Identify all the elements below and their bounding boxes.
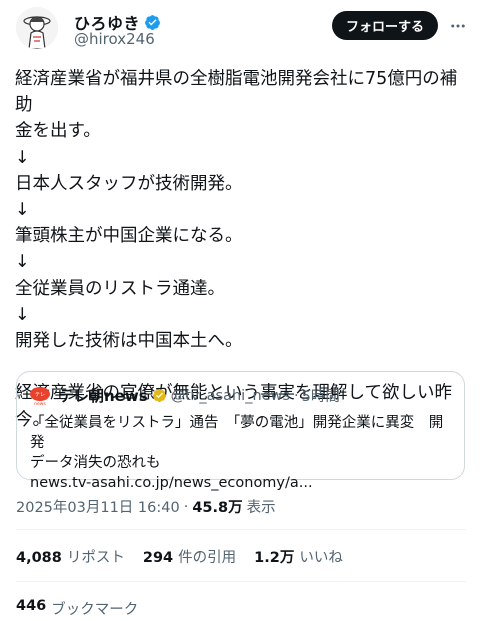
tweet-line: ↓ bbox=[15, 304, 30, 325]
quoted-time: 5時間 bbox=[301, 389, 340, 405]
reposts-count: 4,088 bbox=[16, 550, 62, 566]
likes-stat[interactable]: 1.2万 いいね bbox=[254, 546, 343, 567]
quoted-tweet-card[interactable]: テレ news テレ朝news @tv_asahi_news · 5時間 「全従… bbox=[16, 371, 465, 491]
tweet-datetime[interactable]: 2025年03月11日 16:40 bbox=[16, 496, 180, 517]
follow-button[interactable]: フォローする bbox=[332, 11, 438, 40]
tweet-header: ひろゆき @hirox246 フォローする bbox=[0, 0, 480, 60]
view-count: 45.8万 bbox=[192, 500, 243, 516]
quotes-label: 件の引用 bbox=[178, 550, 237, 566]
tweet-line: ↓ bbox=[15, 252, 30, 273]
quoted-text-line: 「全従業員をリストラ」通告 「夢の電池」開発企業に異変 開発 bbox=[30, 415, 444, 451]
tweet-line: 全従業員のリストラ通達。 bbox=[15, 278, 225, 299]
bookmarks-label: ブックマーク bbox=[51, 602, 139, 618]
quoted-text-line: データ消失の恐れも bbox=[30, 455, 161, 471]
divider bbox=[16, 529, 466, 530]
tweet-line: 金を出す。 bbox=[15, 121, 101, 142]
bookmarks-stat[interactable]: 446 ブックマーク bbox=[16, 598, 138, 619]
author-avatar[interactable] bbox=[16, 7, 58, 49]
more-dots-icon bbox=[451, 24, 465, 28]
quoted-link-url[interactable]: news.tv-asahi.co.jp/news_economy/a... bbox=[30, 473, 455, 493]
view-count-label: 表示 bbox=[246, 500, 276, 516]
timestamp-separator: · bbox=[183, 498, 189, 515]
bookmarks-count: 446 bbox=[16, 598, 47, 614]
tweet-line: ↓ bbox=[15, 147, 30, 168]
reposts-label: リポスト bbox=[66, 550, 125, 566]
quotes-count: 294 bbox=[142, 550, 174, 566]
reposts-stat[interactable]: 4,088 リポスト bbox=[16, 546, 125, 567]
tweet-timestamp: 2025年03月11日 16:40 · 45.8万 表示 bbox=[16, 496, 276, 517]
likes-label: いいね bbox=[299, 550, 343, 566]
divider bbox=[16, 581, 466, 582]
tweet-line: 開発した技術は中国本土へ。 bbox=[15, 331, 243, 352]
tweet-line: ↓ bbox=[15, 200, 30, 221]
more-options-button[interactable] bbox=[446, 14, 470, 38]
tweet-line: 筆頭株主が中国企業になる。 bbox=[15, 226, 243, 247]
quoted-author-handle: @tv_asahi_news bbox=[170, 387, 290, 404]
avatar-illustration bbox=[16, 7, 58, 49]
likes-count: 1.2万 bbox=[254, 550, 295, 566]
tweet-line: 日本人スタッフが技術開発。 bbox=[15, 173, 243, 194]
tv-asahi-logo-icon: テレ news bbox=[29, 386, 51, 407]
svg-text:news: news bbox=[34, 402, 46, 406]
quoted-author-name: テレ朝news bbox=[59, 387, 148, 405]
author-handle[interactable]: @hirox246 bbox=[74, 30, 155, 48]
quoted-separator: · bbox=[293, 387, 299, 404]
svg-text:テレ: テレ bbox=[35, 392, 45, 398]
tweet-line: 経済産業省が福井県の全樹脂電池開発会社に75億円の補助 bbox=[15, 69, 458, 116]
quoted-body: 「全従業員をリストラ」通告 「夢の電池」開発企業に異変 開発 データ消失の恐れも… bbox=[30, 413, 455, 493]
business-verified-badge-icon bbox=[152, 388, 166, 403]
verified-badge-icon bbox=[145, 14, 160, 30]
quotes-stat[interactable]: 294 件の引用 bbox=[143, 546, 236, 567]
engagement-stats: 4,088 リポスト 294 件の引用 1.2万 いいね bbox=[16, 546, 361, 567]
